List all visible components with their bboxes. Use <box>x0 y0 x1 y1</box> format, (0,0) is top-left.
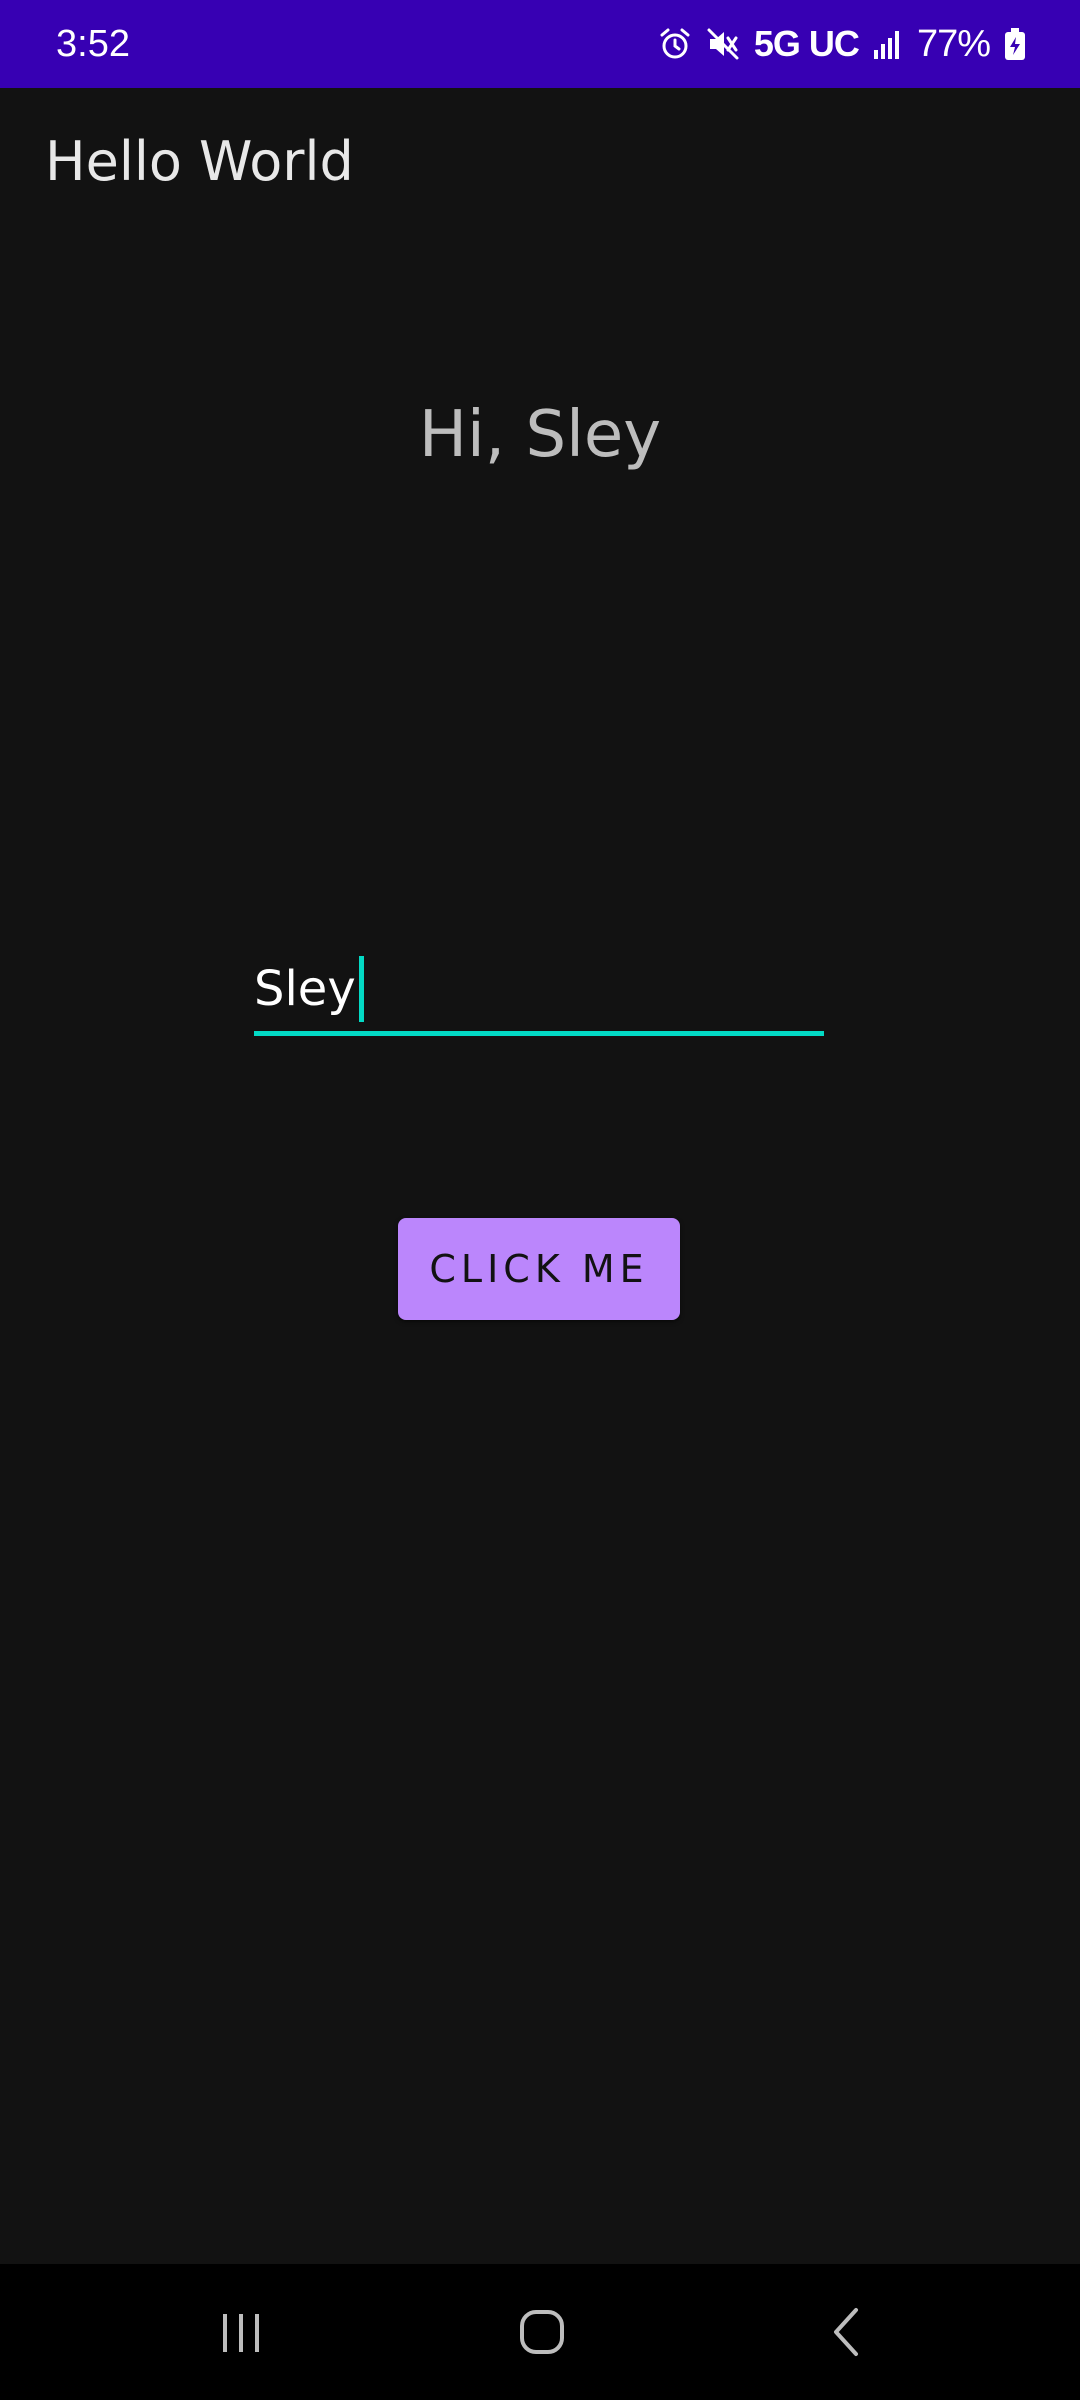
input-underline <box>254 1031 824 1036</box>
status-time: 3:52 <box>56 23 130 65</box>
battery-percent: 77% <box>916 22 991 65</box>
alarm-icon <box>658 27 692 61</box>
status-icons: 5G UC 77% <box>658 0 1026 88</box>
greeting-text: Hi, Sley <box>418 398 662 472</box>
name-input-value: Sley <box>254 961 356 1017</box>
home-icon[interactable] <box>482 2264 602 2400</box>
signal-icon <box>873 28 903 60</box>
back-icon[interactable] <box>786 2264 906 2400</box>
app-screen: 3:52 5G UC 77% Hello World Hi, Sley Sley… <box>0 0 1080 2400</box>
status-bar: 3:52 5G UC 77% <box>0 0 1080 88</box>
click-me-button[interactable]: CLICK ME <box>398 1218 680 1320</box>
battery-charging-icon <box>1004 27 1026 61</box>
name-input[interactable]: Sley <box>254 940 824 1036</box>
navigation-bar <box>0 2264 1080 2400</box>
mute-icon <box>706 27 740 61</box>
recent-apps-icon[interactable] <box>181 2264 301 2400</box>
app-title: Hello World <box>45 130 354 193</box>
text-cursor <box>358 956 364 1022</box>
network-type: 5G UC <box>753 23 860 64</box>
